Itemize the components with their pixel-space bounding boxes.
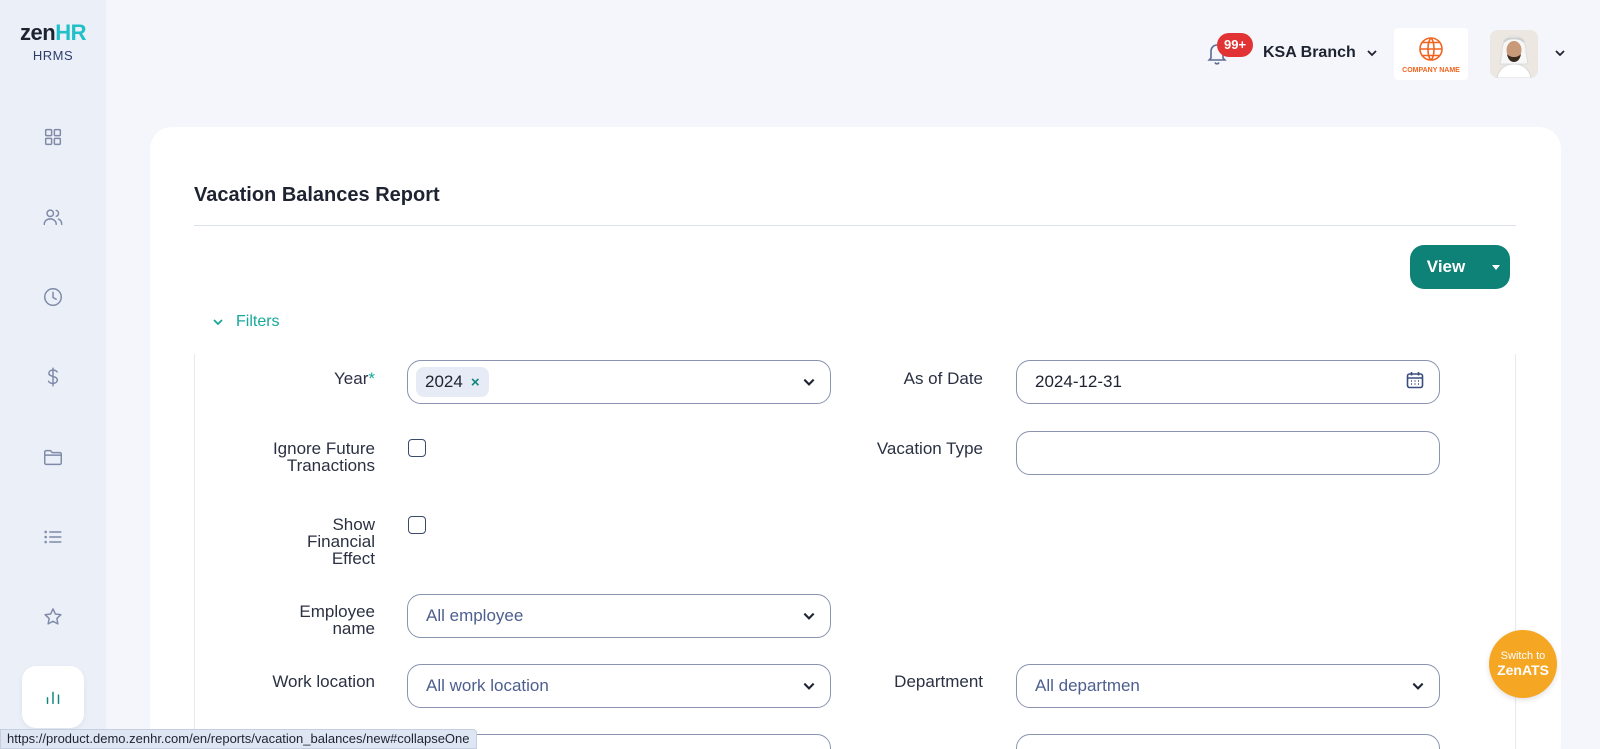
sidebar-item-dashboard[interactable]: [22, 106, 84, 168]
ignore-future-label: Ignore Future Tranactions: [272, 439, 375, 475]
show-financial-effect-label: Show Financial Effect: [306, 515, 375, 568]
vacation-type-select[interactable]: [1016, 431, 1440, 475]
company-logo[interactable]: COMPANY NAME: [1394, 28, 1468, 80]
company-name: COMPANY NAME: [1402, 66, 1460, 74]
remove-year-icon[interactable]: ×: [471, 374, 480, 391]
view-button[interactable]: View: [1410, 245, 1510, 289]
view-button-label: View: [1426, 257, 1466, 276]
sidebar-item-payroll[interactable]: [22, 346, 84, 408]
employee-select[interactable]: All employee: [407, 594, 831, 638]
user-avatar[interactable]: [1490, 30, 1538, 78]
employee-placeholder: All employee: [426, 606, 524, 625]
list-icon: [44, 530, 62, 544]
required-marker: *: [368, 369, 375, 388]
year-chip: 2024 ×: [416, 367, 489, 397]
ignore-future-checkbox[interactable]: [408, 439, 426, 457]
vacation-type-label: Vacation Type: [876, 439, 983, 458]
title-divider: [194, 225, 1516, 226]
profile-menu-toggle[interactable]: [1554, 46, 1566, 64]
folder-icon: [44, 449, 62, 466]
fab-line1: Switch to: [1500, 650, 1546, 662]
chevron-down-icon: [803, 682, 815, 690]
chevron-down-icon: [1412, 682, 1424, 690]
fab-line2: ZenATS: [1497, 662, 1549, 678]
sidebar: zenHR HRMS: [0, 0, 106, 749]
chevron-down-icon: [213, 319, 223, 326]
sidebar-item-requests[interactable]: [22, 506, 84, 568]
zenhr-logo[interactable]: zenHR HRMS: [0, 20, 106, 63]
clock-icon: [44, 288, 62, 306]
sidebar-item-documents[interactable]: [22, 426, 84, 488]
calendar-icon[interactable]: [1405, 370, 1425, 395]
department-select[interactable]: All departmen: [1016, 664, 1440, 708]
page-title: Vacation Balances Report: [194, 184, 440, 206]
notification-count-badge: 99+: [1217, 33, 1254, 57]
work-location-select[interactable]: All work location: [407, 664, 831, 708]
filters-panel: Year* 2024 × As of Date 2024-12-31 Ignore…: [194, 354, 1516, 749]
year-label: Year*: [334, 369, 375, 388]
bar-chart-icon: [46, 691, 60, 705]
chevron-down-icon: [1367, 50, 1377, 57]
show-financial-effect-checkbox[interactable]: [408, 516, 426, 534]
dollar-icon: [47, 367, 59, 387]
work-location-label: Work location: [272, 672, 375, 691]
browser-status-url: https://product.demo.zenhr.com/en/report…: [0, 729, 477, 749]
logo-accent: HR: [55, 20, 86, 45]
chevron-down-icon: [803, 612, 815, 620]
people-icon: [43, 209, 63, 226]
sidebar-item-attendance[interactable]: [22, 266, 84, 328]
chevron-down-icon: [803, 378, 815, 386]
switch-to-zenats-button[interactable]: Switch to ZenATS: [1489, 630, 1557, 698]
view-dropdown-caret-icon[interactable]: [1482, 264, 1510, 270]
as-of-date-label: As of Date: [903, 369, 983, 388]
employee-name-label: Employee name: [299, 602, 375, 638]
chevron-down-icon: [1555, 50, 1565, 57]
branch-selector[interactable]: KSA Branch: [1263, 44, 1378, 62]
year-select[interactable]: 2024 ×: [407, 360, 831, 404]
as-of-date-value: 2024-12-31: [1035, 372, 1122, 391]
sidebar-item-employees[interactable]: [22, 186, 84, 248]
logo-primary: zen: [20, 20, 56, 45]
sidebar-item-performance[interactable]: [22, 586, 84, 648]
work-location-placeholder: All work location: [426, 676, 549, 695]
report-card: Vacation Balances Report View Filters Ye…: [150, 127, 1561, 749]
department-label: Department: [894, 672, 983, 691]
year-chip-value: 2024: [425, 372, 463, 391]
logo-subtitle: HRMS: [32, 48, 74, 63]
user-photo: [1490, 30, 1538, 78]
sidebar-item-reports[interactable]: [22, 666, 84, 728]
star-icon: [44, 608, 62, 625]
branch-name: KSA Branch: [1263, 44, 1356, 61]
next-row-select-right[interactable]: [1016, 734, 1440, 749]
filters-label: Filters: [236, 313, 280, 330]
globe-icon: [1419, 36, 1443, 61]
as-of-date-input[interactable]: 2024-12-31: [1016, 360, 1440, 404]
dashboard-icon: [44, 128, 62, 146]
filters-toggle[interactable]: Filters: [212, 313, 280, 331]
department-placeholder: All departmen: [1035, 676, 1140, 695]
